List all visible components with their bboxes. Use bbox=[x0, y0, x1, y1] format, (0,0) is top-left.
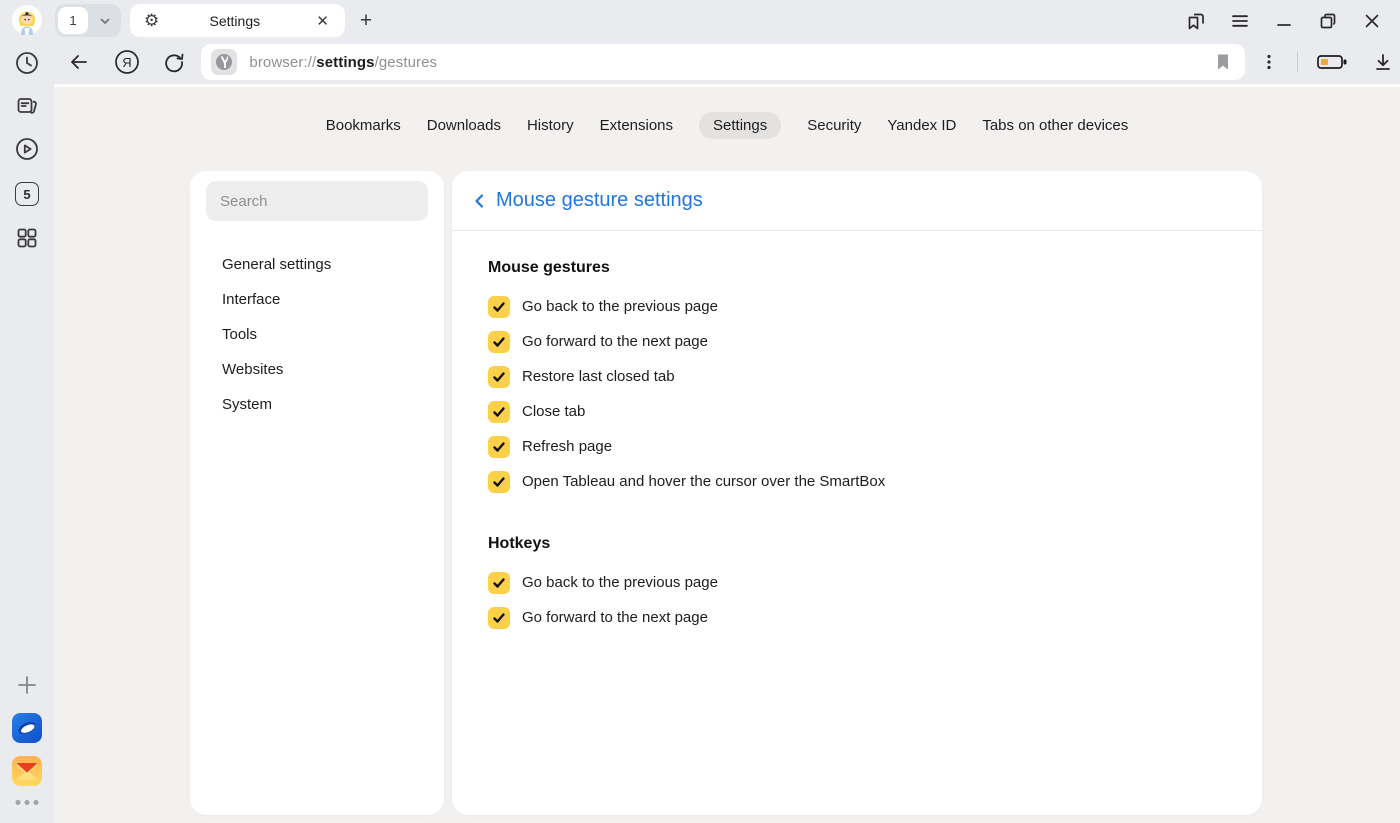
menu-item-interface[interactable]: Interface bbox=[190, 282, 444, 317]
gesture-option-row[interactable]: Open Tableau and hover the cursor over t… bbox=[488, 464, 1226, 499]
section-heading: Hotkeys bbox=[488, 535, 1226, 553]
hotkey-option-row[interactable]: Go forward to the next page bbox=[488, 600, 1226, 635]
downloads-icon[interactable] bbox=[1366, 45, 1400, 79]
option-label: Open Tableau and hover the cursor over t… bbox=[522, 473, 885, 490]
yandex-mail-app-icon[interactable] bbox=[12, 756, 42, 786]
checkbox-checked[interactable] bbox=[488, 296, 510, 318]
settings-nav: Bookmarks Downloads History Extensions S… bbox=[54, 112, 1400, 139]
toolbar-separator bbox=[1297, 52, 1298, 72]
gesture-option-row[interactable]: Refresh page bbox=[488, 429, 1226, 464]
option-label: Go forward to the next page bbox=[522, 333, 708, 350]
gesture-option-row[interactable]: Go forward to the next page bbox=[488, 324, 1226, 359]
url-scheme: browser:// bbox=[249, 54, 316, 71]
mouse-gestures-section: Mouse gestures Go back to the previous p… bbox=[488, 259, 1226, 499]
menu-item-tools[interactable]: Tools bbox=[190, 317, 444, 352]
checkbox-checked[interactable] bbox=[488, 366, 510, 388]
nav-tab-settings[interactable]: Settings bbox=[699, 112, 781, 139]
section-heading: Mouse gestures bbox=[488, 259, 1226, 277]
tab-title: Settings bbox=[159, 13, 310, 29]
site-identity-icon[interactable] bbox=[211, 49, 237, 75]
side-panel-toggle-icon[interactable] bbox=[1184, 9, 1208, 33]
nav-tab-other-devices[interactable]: Tabs on other devices bbox=[982, 112, 1128, 139]
window-minimize-button[interactable] bbox=[1272, 9, 1296, 33]
chevron-down-icon[interactable] bbox=[88, 14, 121, 28]
gear-icon: ⚙ bbox=[144, 12, 159, 29]
gesture-settings-panel: Mouse gesture settings Mouse gestures Go… bbox=[452, 171, 1262, 815]
url-path: /gestures bbox=[375, 54, 438, 71]
menu-hamburger-icon[interactable] bbox=[1228, 9, 1252, 33]
tab-group-control[interactable]: 1 bbox=[55, 4, 121, 37]
gesture-option-row[interactable]: Restore last closed tab bbox=[488, 359, 1226, 394]
option-label: Restore last closed tab bbox=[522, 368, 675, 385]
nav-tab-extensions[interactable]: Extensions bbox=[600, 112, 673, 139]
yandex-browser-app-icon[interactable] bbox=[12, 713, 42, 743]
menu-item-websites[interactable]: Websites bbox=[190, 352, 444, 387]
active-tab-settings[interactable]: ⚙ Settings ✕ bbox=[130, 4, 345, 37]
search-input[interactable] bbox=[206, 181, 428, 221]
battery-indicator-icon[interactable] bbox=[1314, 45, 1350, 79]
url-text: browser://settings/gestures bbox=[249, 54, 1215, 71]
kebab-menu-icon[interactable] bbox=[1257, 45, 1281, 79]
window-maximize-button[interactable] bbox=[1316, 9, 1340, 33]
nav-tab-downloads[interactable]: Downloads bbox=[427, 112, 501, 139]
toolbar: Я browser://settings/gestures bbox=[54, 40, 1400, 84]
services-grid-icon[interactable] bbox=[14, 225, 40, 251]
history-clock-icon[interactable] bbox=[14, 50, 40, 76]
tab-counter-icon[interactable]: 5 bbox=[15, 182, 39, 206]
gesture-option-row[interactable]: Go back to the previous page bbox=[488, 289, 1226, 324]
back-arrow-icon[interactable] bbox=[62, 45, 96, 79]
back-chevron-icon[interactable] bbox=[468, 188, 492, 214]
more-options-dots-icon[interactable] bbox=[16, 800, 39, 805]
checkbox-checked[interactable] bbox=[488, 401, 510, 423]
feed-cards-icon[interactable] bbox=[14, 93, 40, 119]
new-tab-button[interactable]: + bbox=[352, 7, 380, 35]
page-title[interactable]: Mouse gesture settings bbox=[496, 189, 703, 212]
yandex-home-button[interactable]: Я bbox=[110, 45, 144, 79]
settings-page: Bookmarks Downloads History Extensions S… bbox=[54, 84, 1400, 823]
option-label: Go back to the previous page bbox=[522, 574, 718, 591]
settings-menu-list: General settings Interface Tools Website… bbox=[190, 247, 444, 422]
menu-item-general-settings[interactable]: General settings bbox=[190, 247, 444, 282]
checkbox-checked[interactable] bbox=[488, 331, 510, 353]
bookmark-flag-icon[interactable] bbox=[1215, 53, 1231, 71]
browser-chrome: 1 ⚙ Settings ✕ + bbox=[54, 0, 1400, 84]
window-close-button[interactable] bbox=[1360, 9, 1384, 33]
nav-tab-yandex-id[interactable]: Yandex ID bbox=[887, 112, 956, 139]
menu-item-system[interactable]: System bbox=[190, 387, 444, 422]
video-play-icon[interactable] bbox=[14, 136, 40, 162]
avatar-image bbox=[12, 5, 42, 35]
gesture-option-row[interactable]: Close tab bbox=[488, 394, 1226, 429]
checkbox-checked[interactable] bbox=[488, 607, 510, 629]
hotkey-option-row[interactable]: Go back to the previous page bbox=[488, 565, 1226, 600]
add-panel-plus-icon[interactable] bbox=[15, 673, 39, 697]
tab-close-icon[interactable]: ✕ bbox=[310, 10, 335, 32]
checkbox-checked[interactable] bbox=[488, 436, 510, 458]
nav-tab-bookmarks[interactable]: Bookmarks bbox=[326, 112, 401, 139]
settings-menu-panel: General settings Interface Tools Website… bbox=[190, 171, 444, 815]
hotkeys-section: Hotkeys Go back to the previous page Go … bbox=[488, 535, 1226, 635]
option-label: Go forward to the next page bbox=[522, 609, 708, 626]
panel-header: Mouse gesture settings bbox=[452, 171, 1262, 231]
refresh-icon[interactable] bbox=[158, 45, 192, 79]
nav-tab-security[interactable]: Security bbox=[807, 112, 861, 139]
address-bar[interactable]: browser://settings/gestures bbox=[201, 44, 1245, 80]
open-tabs-count: 5 bbox=[23, 187, 30, 202]
nav-tab-history[interactable]: History bbox=[527, 112, 574, 139]
option-label: Refresh page bbox=[522, 438, 612, 455]
url-host: settings bbox=[316, 54, 374, 71]
checkbox-checked[interactable] bbox=[488, 572, 510, 594]
option-label: Close tab bbox=[522, 403, 585, 420]
option-label: Go back to the previous page bbox=[522, 298, 718, 315]
profile-avatar[interactable] bbox=[12, 5, 42, 35]
svg-text:Я: Я bbox=[122, 55, 131, 70]
sidebar-rail: 5 bbox=[0, 0, 54, 823]
tab-group-count: 1 bbox=[58, 7, 88, 34]
checkbox-checked[interactable] bbox=[488, 471, 510, 493]
